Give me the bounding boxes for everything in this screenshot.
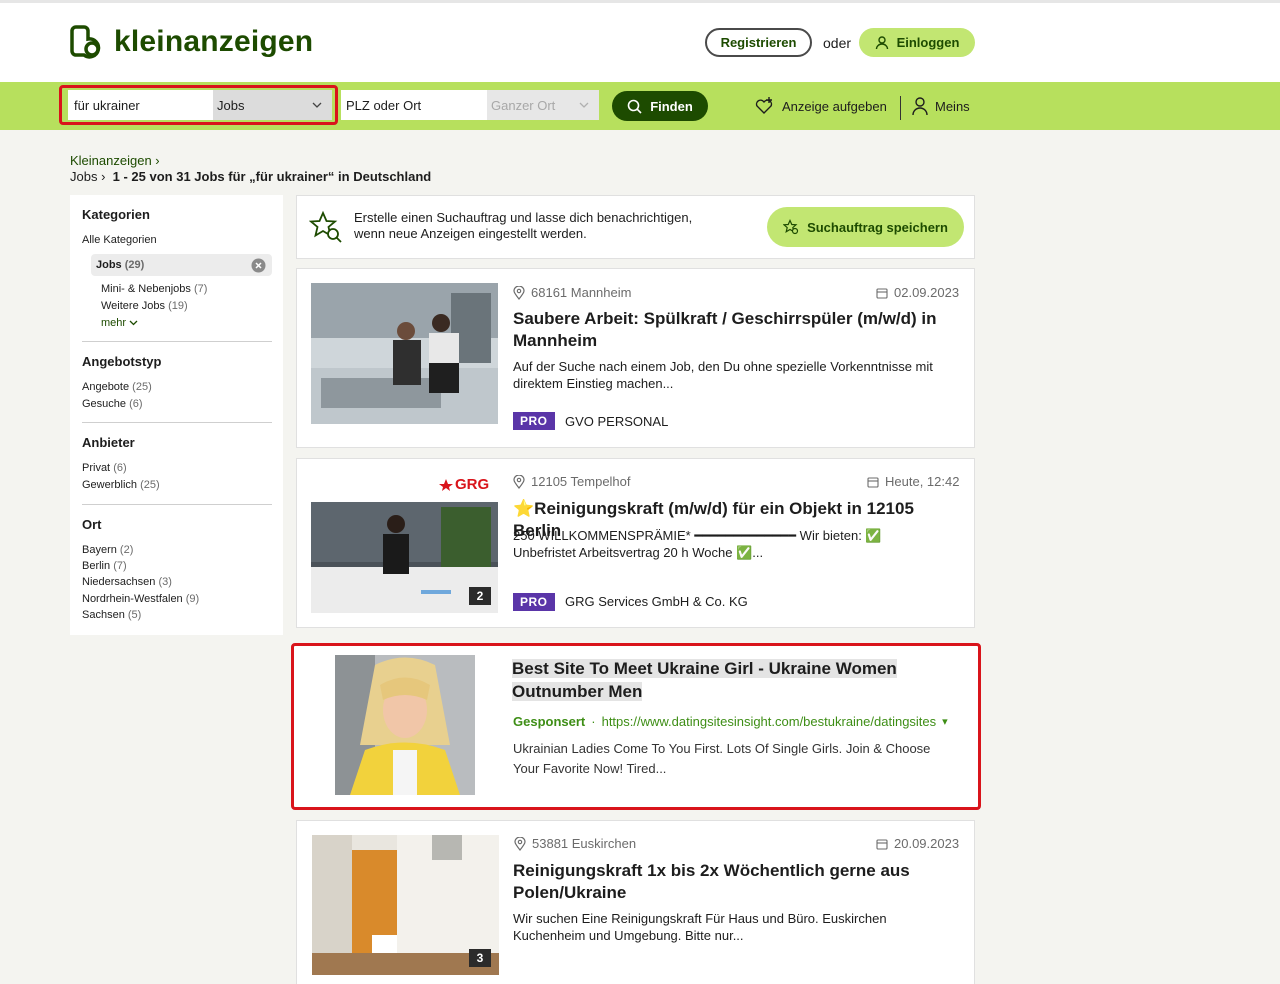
ad-options-arrow[interactable]: ▾ bbox=[942, 715, 948, 728]
find-label: Finden bbox=[650, 98, 693, 114]
brand-name: kleinanzeigen bbox=[114, 25, 314, 58]
subcategory-item[interactable]: Weitere Jobs (19) bbox=[101, 300, 188, 312]
active-category: Jobs (29) bbox=[96, 259, 145, 271]
listing-date: Heute, 12:42 bbox=[867, 474, 959, 489]
listing-location: 68161 Mannheim bbox=[513, 285, 631, 300]
calendar-icon bbox=[876, 838, 888, 850]
add-heart-icon bbox=[755, 97, 773, 114]
listing-location: 12105 Tempelhof bbox=[513, 474, 631, 489]
location-item[interactable]: Sachsen (5) bbox=[82, 609, 141, 621]
sponsored-label: Gesponsert bbox=[513, 714, 586, 729]
grg-flower-icon bbox=[439, 478, 453, 491]
divider bbox=[82, 504, 272, 505]
find-button[interactable]: Finden bbox=[612, 91, 708, 121]
breadcrumb: Jobs › 1 - 25 von 31 Jobs für „für ukrai… bbox=[70, 169, 432, 184]
account-link[interactable]: Meins bbox=[911, 96, 970, 116]
image-count-badge: 3 bbox=[469, 949, 491, 967]
seller-name[interactable]: GVO PERSONAL bbox=[565, 414, 668, 429]
provider-item[interactable]: Gewerblich (25) bbox=[82, 479, 160, 491]
breadcrumb-home[interactable]: Kleinanzeigen › bbox=[70, 153, 160, 168]
clear-icon[interactable] bbox=[251, 258, 266, 273]
listing-image[interactable] bbox=[311, 283, 498, 424]
pro-badge: PRO bbox=[513, 593, 555, 611]
calendar-icon bbox=[867, 476, 879, 488]
grg-logo: GRG bbox=[439, 476, 489, 493]
radius-select[interactable]: Ganzer Ort bbox=[487, 90, 599, 120]
listing-date: 20.09.2023 bbox=[876, 836, 959, 851]
register-button[interactable]: Registrieren bbox=[705, 28, 812, 57]
post-ad-label: Anzeige aufgeben bbox=[782, 98, 887, 114]
location-item[interactable]: Bayern (2) bbox=[82, 544, 133, 556]
or-text: oder bbox=[823, 35, 852, 51]
listing-title[interactable]: Saubere Arbeit: Spülkraft / Geschirrspül… bbox=[513, 308, 963, 352]
calendar-icon bbox=[876, 287, 888, 299]
account-label: Meins bbox=[935, 98, 970, 114]
search-highlight-frame bbox=[59, 85, 338, 125]
save-search-label: Suchauftrag speichern bbox=[807, 219, 948, 235]
listing-location: 53881 Euskirchen bbox=[514, 836, 636, 851]
listing-title[interactable]: Reinigungskraft 1x bis 2x Wöchentlich ge… bbox=[513, 860, 963, 904]
listing-description: 250 WILLKOMMENSPRÄMIE* ━━━━━━━━━━━━━ Wir… bbox=[513, 528, 882, 560]
provider-heading: Anbieter bbox=[82, 435, 135, 450]
divider bbox=[82, 422, 272, 423]
location-item[interactable]: Berlin (7) bbox=[82, 560, 127, 572]
chevron-down-icon bbox=[129, 320, 138, 326]
search-icon bbox=[627, 99, 642, 114]
logo-icon bbox=[70, 25, 101, 59]
offer-type-heading: Angebotstyp bbox=[82, 354, 162, 369]
post-ad-link[interactable]: Anzeige aufgeben bbox=[754, 96, 887, 116]
location-item[interactable]: Niedersachsen (3) bbox=[82, 576, 172, 588]
offer-type-item[interactable]: Angebote (25) bbox=[82, 381, 152, 393]
listing-description: Auf der Suche nach einem Job, den Du ohn… bbox=[513, 359, 933, 391]
location-pin-icon bbox=[514, 836, 526, 851]
provider-item[interactable]: Privat (6) bbox=[82, 462, 127, 474]
ad-title[interactable]: Best Site To Meet Ukraine Girl - Ukraine… bbox=[512, 657, 902, 703]
ad-description: Ukrainian Ladies Come To You First. Lots… bbox=[513, 741, 931, 776]
subcategory-item[interactable]: Mini- & Nebenjobs (7) bbox=[101, 283, 207, 295]
location-pin-icon bbox=[513, 285, 525, 300]
image-count-badge: 2 bbox=[469, 587, 491, 605]
login-button[interactable]: Einloggen bbox=[859, 28, 975, 57]
location-pin-icon bbox=[513, 474, 525, 489]
seller-name[interactable]: GRG Services GmbH & Co. KG bbox=[565, 594, 748, 609]
login-label: Einloggen bbox=[896, 35, 960, 50]
save-search-button[interactable]: Suchauftrag speichern bbox=[767, 207, 964, 247]
user-icon bbox=[875, 35, 888, 49]
location-item[interactable]: Nordrhein-Westfalen (9) bbox=[82, 593, 199, 605]
more-link[interactable]: mehr bbox=[101, 317, 138, 329]
results-count: 1 - 25 von 31 Jobs für „für ukrainer“ in… bbox=[112, 169, 432, 184]
site-logo[interactable]: kleinanzeigen bbox=[70, 22, 313, 62]
categories-heading: Kategorien bbox=[82, 207, 150, 222]
offer-type-item[interactable]: Gesuche (6) bbox=[82, 398, 143, 410]
divider bbox=[900, 96, 901, 120]
user-icon bbox=[912, 97, 928, 116]
star-search-icon bbox=[309, 210, 342, 243]
pro-badge: PRO bbox=[513, 412, 555, 430]
separator-dot: · bbox=[591, 714, 596, 729]
radius-value: Ganzer Ort bbox=[491, 97, 556, 113]
all-categories-link[interactable]: Alle Kategorien bbox=[82, 234, 157, 246]
ad-meta: Gesponsert · https://www.datingsitesinsi… bbox=[513, 714, 948, 729]
chevron-down-icon bbox=[579, 102, 589, 108]
save-search-text: Erstelle einen Suchauftrag und lasse dic… bbox=[354, 210, 693, 241]
location-input[interactable]: PLZ oder Ort bbox=[341, 90, 487, 120]
divider bbox=[82, 341, 272, 342]
location-heading: Ort bbox=[82, 517, 102, 532]
breadcrumb-section[interactable]: Jobs bbox=[70, 169, 97, 184]
ad-image[interactable] bbox=[335, 655, 475, 795]
listing-description: Wir suchen Eine Reinigungskraft Für Haus… bbox=[513, 911, 887, 943]
listing-date: 02.09.2023 bbox=[876, 285, 959, 300]
ad-url[interactable]: https://www.datingsitesinsight.com/bestu… bbox=[602, 714, 937, 729]
star-search-icon bbox=[783, 219, 799, 235]
